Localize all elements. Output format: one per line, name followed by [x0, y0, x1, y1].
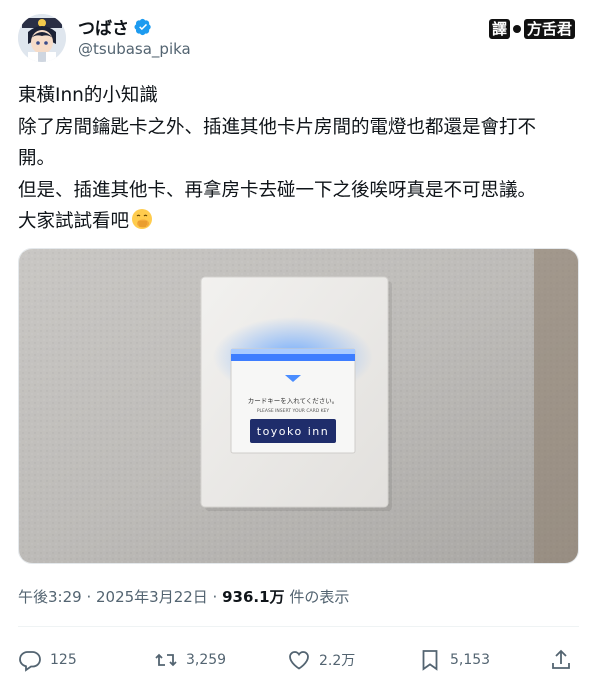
post-text: 東橫Inn的小知識 除了房間鑰匙卡之外、插進其他卡片房間的電燈也都還是會打不 開… [18, 80, 583, 238]
view-count-suffix: 件の表示 [284, 588, 350, 606]
author-handle[interactable]: @tsubasa_pika [78, 40, 191, 58]
like-button[interactable]: 2.2万 [287, 640, 355, 680]
watermark-dot [513, 25, 522, 33]
avatar[interactable] [18, 14, 66, 62]
post-line: 除了房間鑰匙卡之外、插進其他卡片房間的電燈也都還是會打不 [18, 116, 537, 138]
reply-icon [19, 651, 41, 672]
card-logo: toyoko inn [257, 425, 330, 438]
share-button[interactable] [549, 640, 573, 680]
post-line: 東橫Inn的小知識 [18, 85, 158, 106]
action-bar: 125 3,259 2.2万 5,153 [18, 640, 579, 680]
photo-image: カードキーを入れてください。 PLEASE INSERT YOUR CARD K… [19, 249, 578, 563]
divider [18, 626, 579, 627]
post-meta: 午後3:29 · 2025年3月22日 · 936.1万 件の表示 [18, 586, 349, 607]
share-icon [552, 649, 570, 669]
post-photo[interactable]: カードキーを入れてください。 PLEASE INSERT YOUR CARD K… [18, 248, 579, 564]
avatar-image [18, 14, 66, 62]
verified-badge-icon [134, 18, 151, 35]
author-name-row[interactable]: つばさ [78, 14, 152, 39]
repost-count: 3,259 [186, 652, 227, 668]
post-line: 開。 [18, 148, 56, 169]
bookmark-button[interactable]: 5,153 [418, 640, 490, 680]
repost-icon [155, 653, 177, 667]
watermark: 譯 方舌君 [489, 18, 576, 40]
post-timestamp[interactable]: 午後3:29 · 2025年3月22日 · [18, 588, 222, 606]
view-count: 936.1万 [222, 588, 285, 606]
post-line: 大家試試看吧 [18, 211, 130, 232]
bookmark-count: 5,153 [450, 652, 491, 668]
post-line-last: 大家試試看吧 [18, 206, 583, 238]
card-slot-text-en: PLEASE INSERT YOUR CARD KEY [257, 408, 330, 414]
like-count: 2.2万 [319, 653, 356, 669]
heart-icon [289, 651, 309, 670]
display-name[interactable]: つばさ [78, 14, 129, 39]
post-line: 但是、插進其他卡、再拿房卡去碰一下之後唉呀真是不可思議。 [18, 179, 537, 201]
watermark-right: 方舌君 [524, 19, 576, 39]
watermark-left: 譯 [489, 19, 511, 39]
reply-button[interactable]: 125 [18, 640, 77, 680]
reply-count: 125 [50, 652, 77, 668]
card-slot-text-ja: カードキーを入れてください。 [248, 397, 339, 405]
bookmark-icon [422, 650, 438, 671]
repost-button[interactable]: 3,259 [154, 640, 226, 680]
face-with-hand-over-mouth-icon [132, 209, 153, 229]
